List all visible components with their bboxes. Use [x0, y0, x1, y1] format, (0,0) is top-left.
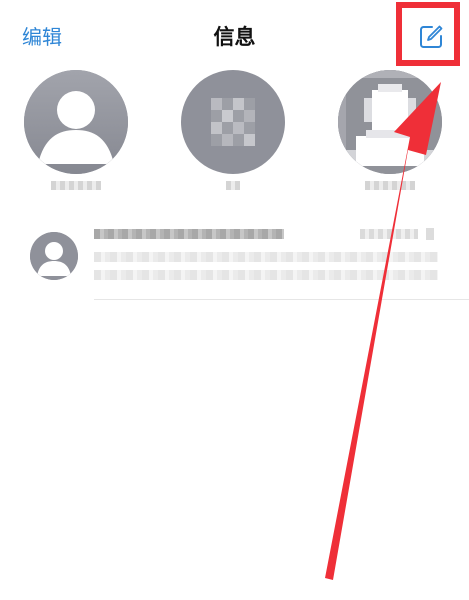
- avatar: [181, 70, 285, 174]
- pinned-contact-name: [226, 181, 240, 190]
- compose-button[interactable]: [418, 24, 444, 50]
- chevron-right-icon: [426, 228, 434, 240]
- person-icon: [30, 232, 78, 280]
- nav-bar: 编辑 信息: [0, 0, 469, 76]
- pinned-conversations: [0, 70, 469, 200]
- pinned-contact-3[interactable]: [338, 70, 442, 198]
- person-icon: [338, 70, 442, 174]
- pinned-contact-1[interactable]: [24, 70, 128, 198]
- conversation-sender: [94, 229, 284, 239]
- avatar: [338, 70, 442, 174]
- divider: [94, 299, 469, 300]
- conversation-preview-line-2: [94, 270, 438, 280]
- conversation-timestamp: [360, 229, 418, 239]
- pixelated-photo: [211, 98, 255, 146]
- list-item[interactable]: [0, 222, 469, 302]
- pinned-contact-name: [51, 181, 101, 190]
- conversation-preview: [94, 252, 438, 262]
- messages-screen: 编辑 信息: [0, 0, 469, 600]
- pinned-contact-name: [365, 181, 415, 190]
- compose-icon: [420, 25, 443, 48]
- avatar: [30, 232, 78, 280]
- pinned-contact-2[interactable]: [181, 70, 285, 198]
- person-icon: [24, 70, 128, 174]
- avatar: [24, 70, 128, 174]
